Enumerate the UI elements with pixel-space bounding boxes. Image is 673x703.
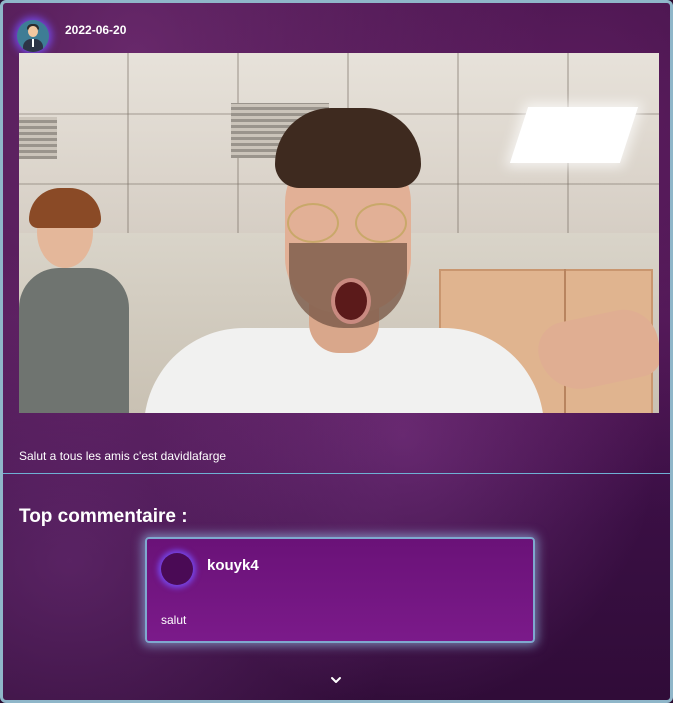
post-photo[interactable] [19, 53, 659, 413]
avatar-head [28, 26, 38, 37]
top-comments-title: Top commentaire : [19, 506, 188, 527]
post-date: 2022-06-20 [65, 23, 127, 37]
chevron-down-icon[interactable] [329, 673, 343, 687]
photo-glasses [287, 203, 407, 243]
commenter-avatar[interactable] [161, 553, 193, 585]
photo-main-hair [275, 108, 421, 188]
section-divider [3, 473, 670, 474]
avatar-tie [32, 39, 34, 47]
photo-ceiling-light [509, 107, 639, 163]
post-header: 2022-06-20 [17, 17, 126, 55]
post-card: 2022-06-20 Salut a tous les amis c'est d… [0, 0, 673, 703]
photo-person-left [19, 268, 129, 413]
post-caption: Salut a tous les amis c'est davidlafarge [19, 449, 227, 463]
photo-vent [19, 117, 57, 159]
comment-text: salut [161, 613, 187, 627]
top-comment-card[interactable]: kouyk4 salut [145, 537, 535, 643]
commenter-username[interactable]: kouyk4 [207, 557, 259, 574]
photo-mouth [331, 278, 371, 324]
author-avatar[interactable] [17, 20, 49, 52]
